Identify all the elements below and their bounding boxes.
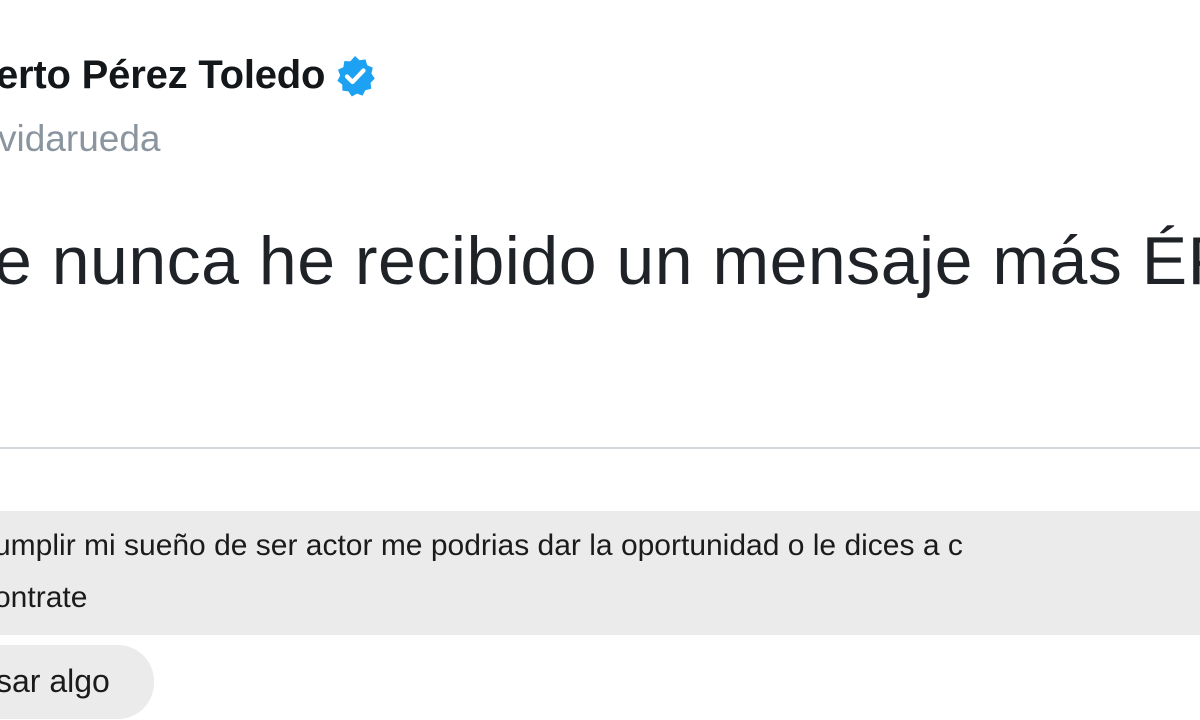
message-text-line-2: ontrate <box>0 581 88 614</box>
embedded-message-screenshot: umplir mi sueño de ser actor me podrias … <box>0 449 1200 720</box>
tweet-text: e nunca he recibido un mensaje más ÉP <box>0 223 1200 299</box>
author-handle[interactable]: vidarueda <box>0 118 161 160</box>
tweet-card: erto Pérez Toledo vidarueda e nunca he r… <box>0 0 1200 448</box>
screenshot-frame: erto Pérez Toledo vidarueda e nunca he r… <box>0 0 1200 720</box>
author-row[interactable]: erto Pérez Toledo <box>0 52 377 98</box>
message-text-line-1: umplir mi sueño de ser actor me podrias … <box>0 529 963 562</box>
reply-text: sar algo <box>0 663 110 699</box>
author-display-name[interactable]: erto Pérez Toledo <box>0 53 325 98</box>
verified-badge-icon <box>333 54 377 98</box>
